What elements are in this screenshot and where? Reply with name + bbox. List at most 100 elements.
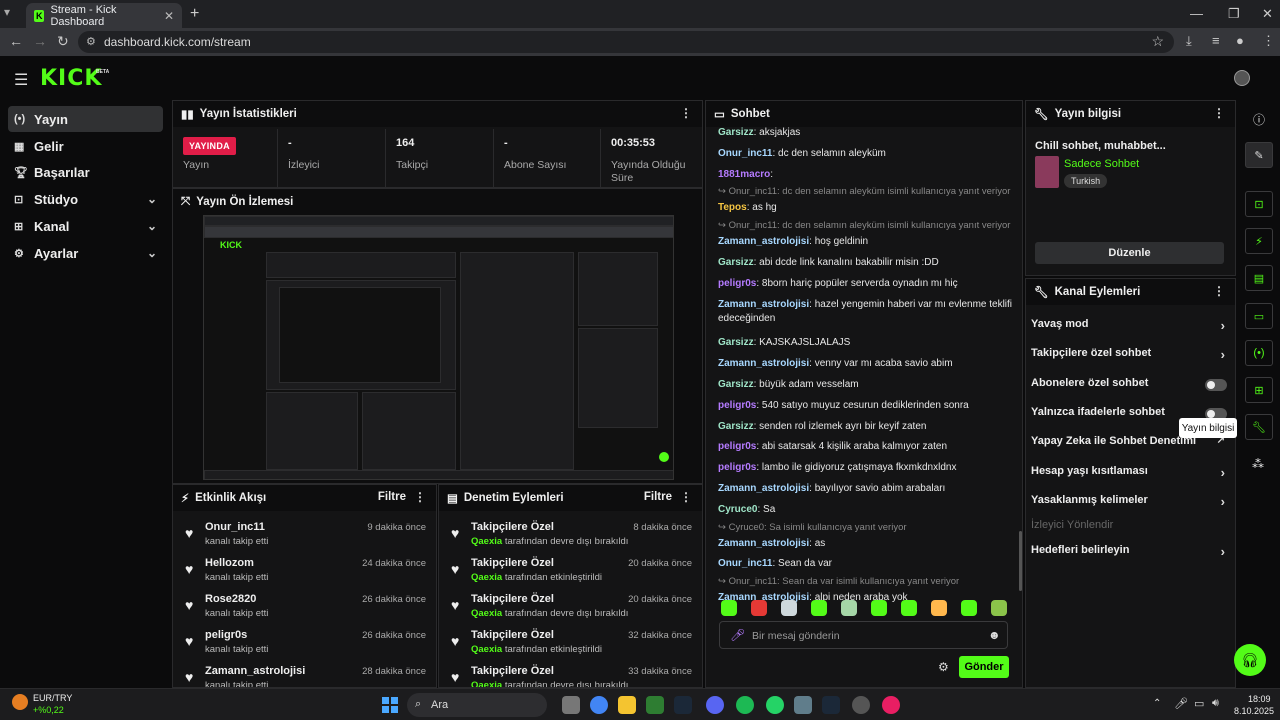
file-explorer-icon[interactable] — [618, 696, 636, 714]
preview-toggle-icon[interactable]: ⊡ — [1245, 191, 1273, 217]
chat-username[interactable]: Tepos — [718, 202, 747, 213]
chat-input[interactable]: 🎤︎ Bir mesaj gönderin ☻ — [719, 621, 1008, 649]
layout-icon[interactable]: ⊞ — [1245, 377, 1273, 403]
moderator-name[interactable]: Qaexia — [471, 680, 502, 687]
category-link[interactable]: Sadece Sohbet — [1064, 158, 1139, 170]
filter-button[interactable]: Filtre — [644, 491, 672, 503]
activity-user[interactable]: Zamann_astrolojisi — [205, 665, 305, 677]
edit-pencil-icon[interactable]: ✎ — [1245, 142, 1273, 168]
chat-username[interactable]: 1881macro — [718, 169, 770, 180]
chat-username[interactable]: Zamann_astrolojisi — [718, 236, 809, 247]
user-avatar[interactable] — [1234, 70, 1250, 86]
chat-settings-gear-icon[interactable]: ⚙ — [938, 660, 949, 674]
chat-username[interactable]: Cyruce0 — [718, 504, 757, 515]
chat-username[interactable]: peligr0s — [718, 278, 756, 289]
emote-icon[interactable] — [931, 600, 947, 616]
browser-menu-icon[interactable]: ⋮ — [1262, 33, 1275, 49]
lightning-icon[interactable]: ⚡︎ — [1245, 228, 1273, 254]
close-window-icon[interactable]: ✕ — [1262, 6, 1273, 22]
reload-icon[interactable]: ↻ — [57, 33, 69, 50]
emoji-picker-icon[interactable]: ☻ — [988, 628, 1001, 642]
more-options-icon[interactable]: ⋮ — [414, 490, 426, 504]
help-headset-icon[interactable]: 🎧︎ — [1234, 644, 1266, 676]
maximize-icon[interactable]: ❐ — [1228, 6, 1240, 22]
chat-username[interactable]: Zamann_astrolojisi — [718, 483, 809, 494]
obs-icon[interactable] — [852, 696, 870, 714]
emote-icon[interactable] — [721, 600, 737, 616]
back-icon[interactable]: ← — [9, 33, 23, 49]
chat-username[interactable]: peligr0s — [718, 441, 756, 452]
wrench-icon[interactable]: 🔧︎ — [1245, 414, 1273, 440]
chat-username[interactable]: Onur_inc11 — [718, 148, 772, 159]
broadcast-icon[interactable]: (•) — [1245, 340, 1273, 366]
profile-icon[interactable]: ● — [1236, 33, 1244, 48]
chat-username[interactable]: Onur_inc11 — [718, 558, 772, 569]
chat-username[interactable]: peligr0s — [718, 462, 756, 473]
forward-icon[interactable]: → — [33, 33, 47, 49]
reading-list-icon[interactable]: ≡ — [1212, 33, 1220, 48]
whatsapp-icon[interactable] — [766, 696, 784, 714]
site-info-icon[interactable]: ⚙ — [86, 35, 96, 48]
sidebar-item-yayin[interactable]: (•) Yayın — [8, 106, 163, 132]
sidebar-item-basarilar[interactable]: 🏆︎ Başarılar — [8, 159, 163, 185]
chrome-icon[interactable] — [590, 696, 608, 714]
moderator-name[interactable]: Qaexia — [471, 572, 502, 583]
emote-icon[interactable] — [871, 600, 887, 616]
sidebar-item-gelir[interactable]: ▦ Gelir — [8, 133, 163, 159]
chat-username[interactable]: Zamann_astrolojisi — [718, 538, 809, 549]
sidebar-item-ayarlar[interactable]: ⚙ Ayarlar ⌄ — [8, 240, 163, 266]
tab-search-icon[interactable]: ▾ — [4, 5, 10, 19]
clock-date[interactable]: 8.10.2025 — [1234, 706, 1274, 716]
more-options-icon[interactable]: ⋮ — [680, 106, 692, 120]
add-widget-icon[interactable]: ⁂ — [1252, 457, 1264, 471]
volume-icon[interactable]: 🔊︎ — [1212, 697, 1219, 710]
send-button[interactable]: Gönder — [959, 656, 1009, 678]
activity-user[interactable]: Rose2820 — [205, 593, 256, 605]
emote-icon[interactable] — [961, 600, 977, 616]
tray-chevron-icon[interactable]: ⌃ — [1153, 698, 1161, 709]
weather-icon[interactable] — [12, 694, 28, 710]
info-icon[interactable]: ⓘ — [1253, 111, 1265, 128]
emote-icon[interactable] — [811, 600, 827, 616]
filter-button[interactable]: Filtre — [378, 491, 406, 503]
chat-username[interactable]: Zamann_astrolojisi — [718, 358, 809, 369]
store-icon[interactable] — [646, 696, 664, 714]
subscribers-only-toggle[interactable] — [1205, 379, 1227, 391]
emote-icon[interactable] — [991, 600, 1007, 616]
sidebar-item-studyo[interactable]: ⊡ Stüdyo ⌄ — [8, 186, 163, 212]
set-goals-row[interactable]: Hedefleri belirleyin › — [1031, 544, 1229, 564]
stream-preview-video[interactable]: KICK — [203, 215, 674, 480]
chat-username[interactable]: Garsizz — [718, 337, 754, 348]
steam-icon[interactable] — [674, 696, 692, 714]
account-age-row[interactable]: Hesap yaşı kısıtlaması › — [1031, 465, 1229, 485]
address-bar[interactable]: ⚙ dashboard.kick.com/stream ☆ — [78, 31, 1174, 53]
emote-icon[interactable] — [901, 600, 917, 616]
chat-username[interactable]: peligr0s — [718, 400, 756, 411]
windows-start-icon[interactable] — [382, 697, 398, 713]
download-icon[interactable]: ⤓ — [1186, 33, 1192, 49]
menu-icon[interactable]: ☰ — [14, 70, 28, 90]
minimize-icon[interactable]: — — [1190, 6, 1203, 21]
discord-icon[interactable] — [706, 696, 724, 714]
bookmark-star-icon[interactable]: ☆ — [1151, 33, 1164, 50]
steam-icon[interactable] — [822, 696, 840, 714]
app-icon[interactable] — [794, 696, 812, 714]
chat-username[interactable]: Garsizz — [718, 379, 754, 390]
activity-user[interactable]: Onur_inc11 — [205, 521, 265, 533]
banned-words-row[interactable]: Yasaklanmış kelimeler › — [1031, 494, 1229, 514]
activity-user[interactable]: Hellozom — [205, 557, 254, 569]
more-options-icon[interactable]: ⋮ — [1213, 106, 1225, 120]
chat-scrollbar[interactable] — [1019, 531, 1022, 591]
more-options-icon[interactable]: ⋮ — [1213, 284, 1225, 298]
tab-close-icon[interactable]: ✕ — [164, 9, 174, 23]
kick-logo[interactable]: KICK — [40, 66, 102, 91]
emote-icon[interactable] — [841, 600, 857, 616]
media-player-icon[interactable] — [882, 696, 900, 714]
chat-bubble-icon[interactable]: ▭ — [1245, 303, 1273, 329]
taskbar-search[interactable]: ⌕ Ara — [407, 693, 547, 717]
spotify-icon[interactable] — [736, 696, 754, 714]
clock-time[interactable]: 18:09 — [1248, 694, 1271, 704]
chat-username[interactable]: Garsizz — [718, 257, 754, 268]
chat-username[interactable]: Zamann_astrolojisi — [718, 299, 809, 310]
chat-username[interactable]: Garsizz — [718, 421, 754, 432]
